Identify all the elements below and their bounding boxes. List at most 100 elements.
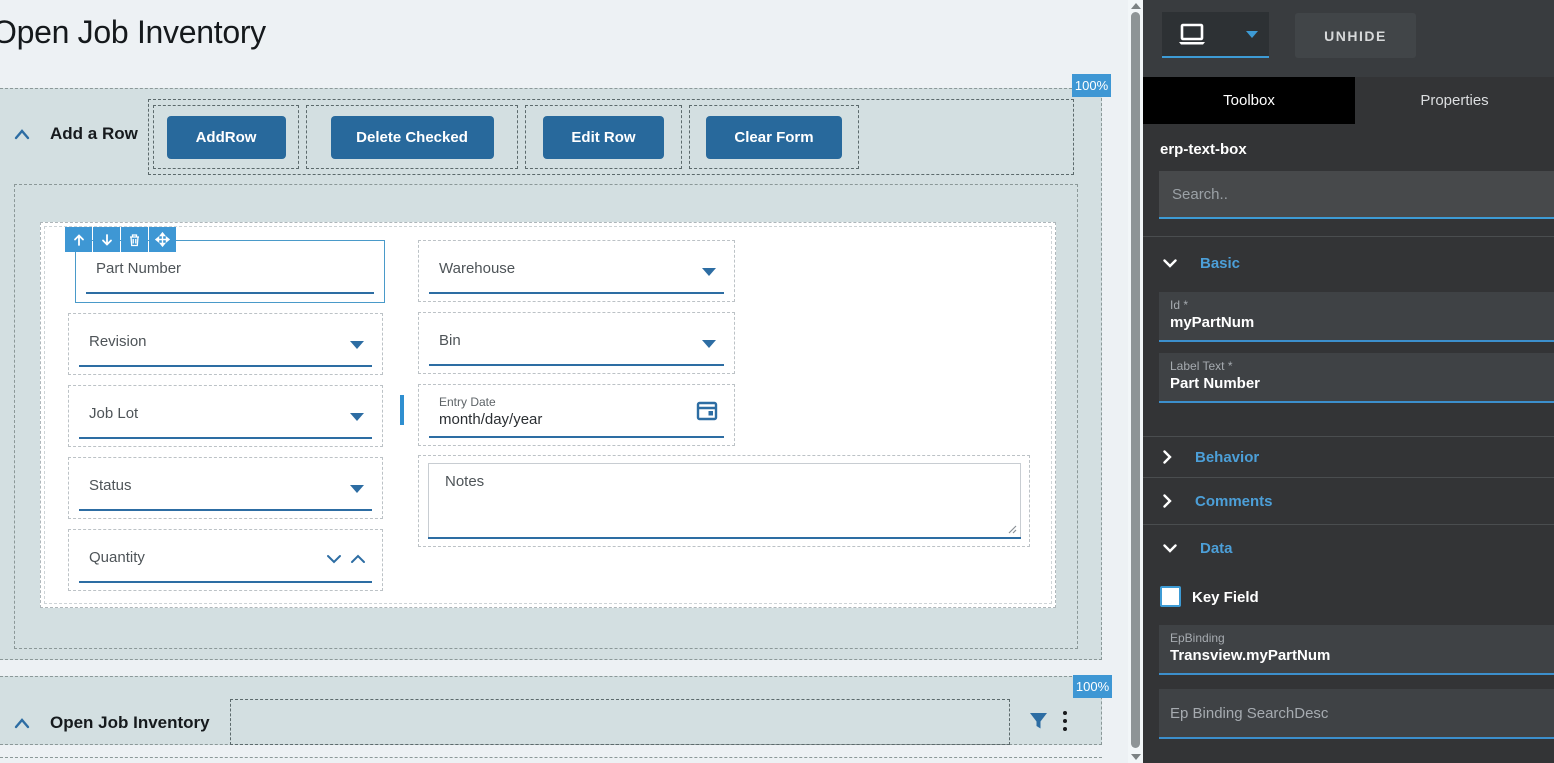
button-toolbar: AddRow Delete Checked Edit Row Clear For… bbox=[148, 99, 1074, 175]
warehouse-label: Warehouse bbox=[439, 260, 516, 277]
toolbar-cell[interactable]: AddRow bbox=[153, 105, 299, 169]
entry-date-label: Entry Date bbox=[439, 395, 496, 409]
id-label: Id * bbox=[1170, 298, 1189, 312]
dropdown-caret-icon[interactable] bbox=[350, 413, 364, 421]
search-input[interactable] bbox=[1159, 171, 1554, 219]
calendar-icon[interactable] bbox=[696, 399, 718, 421]
entry-date-placeholder: month/day/year bbox=[439, 411, 543, 428]
field-underline bbox=[428, 537, 1021, 539]
ep-binding-input[interactable] bbox=[1170, 647, 1540, 664]
field-underline bbox=[429, 436, 724, 438]
collapse-chevron-icon[interactable] bbox=[14, 129, 30, 140]
group-comments[interactable]: Comments bbox=[1143, 477, 1554, 524]
group-basic[interactable]: Basic bbox=[1143, 241, 1554, 286]
laptop-icon bbox=[1179, 23, 1205, 45]
entry-date-field[interactable]: Entry Date month/day/year bbox=[418, 384, 735, 446]
dropdown-caret-icon[interactable] bbox=[702, 340, 716, 348]
chevron-right-icon bbox=[1163, 450, 1172, 464]
move-up-icon[interactable] bbox=[65, 227, 92, 252]
scrollbar-thumb[interactable] bbox=[1131, 12, 1140, 748]
revision-field[interactable]: Revision bbox=[68, 313, 383, 375]
scroll-down-icon[interactable] bbox=[1131, 754, 1141, 760]
group-basic-label: Basic bbox=[1200, 255, 1241, 272]
component-toolbar bbox=[65, 227, 176, 252]
id-input[interactable] bbox=[1170, 314, 1540, 331]
toolbar-cell[interactable]: Clear Form bbox=[689, 105, 859, 169]
toolbar-cell[interactable]: Delete Checked bbox=[306, 105, 518, 169]
field-underline bbox=[86, 292, 374, 294]
toolbar-cell[interactable]: Edit Row bbox=[525, 105, 682, 169]
job-lot-label: Job Lot bbox=[89, 405, 139, 422]
field-underline bbox=[79, 365, 372, 367]
stepper-down-icon[interactable] bbox=[326, 554, 342, 564]
stepper-up-icon[interactable] bbox=[350, 554, 366, 564]
scroll-up-icon[interactable] bbox=[1131, 3, 1141, 9]
edit-row-button[interactable]: Edit Row bbox=[543, 115, 664, 159]
quantity-field[interactable]: Quantity bbox=[68, 529, 383, 591]
label-text-field[interactable]: Label Text * bbox=[1159, 353, 1554, 403]
component-type-label: erp-text-box bbox=[1160, 141, 1247, 158]
unhide-button[interactable]: UNHIDE bbox=[1295, 13, 1416, 58]
design-canvas[interactable]: Open Job Inventory 100% Add a Row AddRow… bbox=[0, 0, 1128, 763]
field-underline bbox=[79, 437, 372, 439]
label-text-input[interactable] bbox=[1170, 375, 1540, 392]
chevron-down-icon bbox=[1163, 544, 1177, 553]
move-icon[interactable] bbox=[149, 227, 176, 252]
resize-grip-icon[interactable] bbox=[1007, 524, 1017, 534]
next-section-edge bbox=[0, 757, 1102, 763]
id-field[interactable]: Id * bbox=[1159, 292, 1554, 342]
add-a-row-title: Add a Row bbox=[50, 124, 138, 143]
status-field[interactable]: Status bbox=[68, 457, 383, 519]
group-behavior[interactable]: Behavior bbox=[1143, 436, 1554, 477]
warehouse-field[interactable]: Warehouse bbox=[418, 240, 735, 302]
chevron-right-icon bbox=[1163, 494, 1172, 508]
key-field-label: Key Field bbox=[1192, 589, 1259, 606]
drop-indicator bbox=[400, 395, 404, 425]
part-number-label: Part Number bbox=[96, 260, 182, 277]
device-preview-select[interactable] bbox=[1162, 12, 1269, 58]
zoom-badge-bottom: 100% bbox=[1073, 675, 1112, 698]
canvas-scrollbar[interactable] bbox=[1128, 0, 1143, 763]
group-behavior-label: Behavior bbox=[1195, 448, 1260, 466]
ep-binding-label: EpBinding bbox=[1170, 631, 1225, 645]
dropdown-caret-icon[interactable] bbox=[702, 268, 716, 276]
delete-icon[interactable] bbox=[121, 227, 148, 252]
bin-label: Bin bbox=[439, 332, 461, 349]
field-underline bbox=[79, 581, 372, 583]
ep-binding-field[interactable]: EpBinding bbox=[1159, 625, 1554, 675]
divider bbox=[1143, 236, 1554, 237]
delete-checked-button[interactable]: Delete Checked bbox=[330, 115, 494, 159]
app-studio-designer: Open Job Inventory 100% Add a Row AddRow… bbox=[0, 0, 1554, 763]
move-down-icon[interactable] bbox=[93, 227, 120, 252]
collapse-chevron-icon[interactable] bbox=[14, 718, 30, 729]
filter-icon[interactable] bbox=[1029, 712, 1048, 730]
ep-binding-search-desc-field[interactable] bbox=[1159, 689, 1554, 739]
properties-panel: UNHIDE Toolbox Properties erp-text-box B… bbox=[1143, 0, 1554, 763]
dropdown-caret-icon[interactable] bbox=[350, 341, 364, 349]
zoom-badge-top: 100% bbox=[1072, 74, 1111, 97]
grid-empty-slot[interactable] bbox=[230, 699, 1010, 745]
tab-toolbox[interactable]: Toolbox bbox=[1143, 77, 1355, 124]
field-underline bbox=[429, 364, 724, 366]
revision-label: Revision bbox=[89, 333, 147, 350]
field-underline bbox=[429, 292, 724, 294]
tab-properties[interactable]: Properties bbox=[1355, 77, 1554, 124]
quantity-label: Quantity bbox=[89, 549, 145, 566]
ep-binding-search-desc-input[interactable] bbox=[1170, 689, 1540, 737]
notes-label: Notes bbox=[445, 473, 485, 490]
field-underline bbox=[79, 509, 372, 511]
job-lot-field[interactable]: Job Lot bbox=[68, 385, 383, 447]
grid-section-title: Open Job Inventory bbox=[50, 713, 210, 732]
group-comments-label: Comments bbox=[1195, 492, 1273, 510]
group-data-label: Data bbox=[1200, 540, 1233, 557]
notes-textarea[interactable]: Notes bbox=[428, 463, 1021, 539]
dropdown-caret-icon[interactable] bbox=[350, 485, 364, 493]
group-data[interactable]: Data bbox=[1143, 524, 1554, 572]
clear-form-button[interactable]: Clear Form bbox=[706, 115, 842, 159]
bin-field[interactable]: Bin bbox=[418, 312, 735, 374]
kebab-menu-icon[interactable] bbox=[1063, 711, 1068, 735]
notes-field[interactable]: Notes bbox=[418, 455, 1030, 547]
addrow-button[interactable]: AddRow bbox=[166, 115, 286, 159]
key-field-checkbox[interactable] bbox=[1160, 586, 1181, 607]
status-label: Status bbox=[89, 477, 132, 494]
